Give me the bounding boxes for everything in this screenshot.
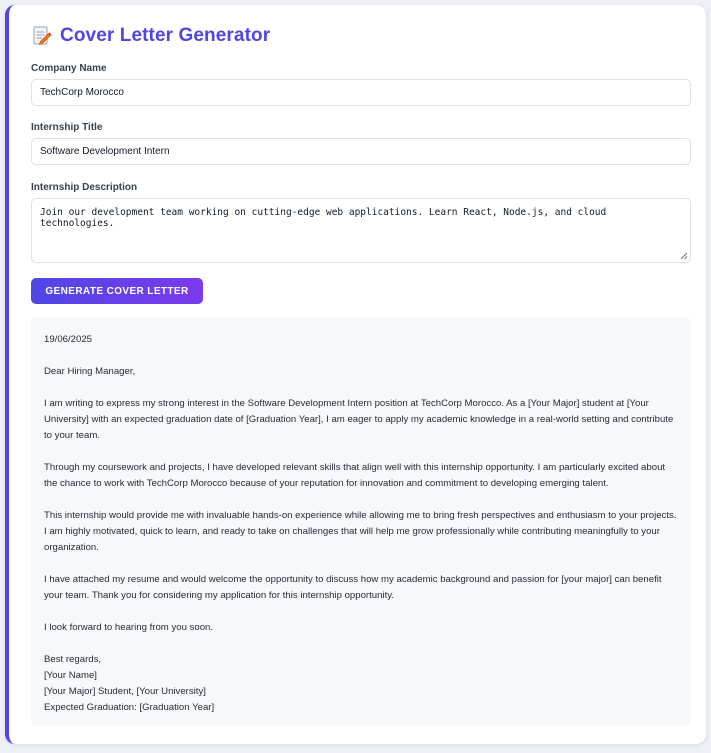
company-name-input[interactable]: TechCorp Morocco [31,79,691,106]
letter-paragraph: Through my coursework and projects, I ha… [44,462,666,489]
internship-title-value: Software Development Intern [40,146,170,157]
signature-graduation: Expected Graduation: [Graduation Year] [44,702,215,713]
letter-paragraph: I look forward to hearing from you soon. [44,622,214,633]
letter-paragraph: This internship would provide me with in… [44,510,677,553]
page-title: Cover Letter Generator [60,25,271,46]
cover-letter-output: 19/06/2025 Dear Hiring Manager, I am wri… [31,317,691,726]
generator-card: Cover Letter Generator Company Name Tech… [5,5,706,744]
company-name-value: TechCorp Morocco [40,87,124,98]
internship-description-label: Internship Description [31,182,138,193]
signature-major-university: [Your Major] Student, [Your University] [44,686,206,697]
company-name-label: Company Name [31,63,107,74]
letter-closing: Best regards, [44,654,102,665]
memo-icon [33,26,52,45]
letter-signature-block: Best regards, [Your Name] [Your Major] S… [44,652,678,716]
letter-greeting: Dear Hiring Manager, [44,366,136,377]
signature-name: [Your Name] [44,670,97,681]
letter-paragraph: I have attached my resume and would welc… [44,574,662,601]
letter-paragraph: I am writing to express my strong intere… [44,398,674,441]
letter-date: 19/06/2025 [44,334,93,345]
internship-description-value: Join our development team working on cut… [40,207,607,229]
resize-handle-icon[interactable] [679,251,688,260]
internship-title-input[interactable]: Software Development Intern [31,138,691,165]
header: Cover Letter Generator [32,25,270,47]
generate-cover-letter-button[interactable]: GENERATE COVER LETTER [31,278,203,304]
internship-description-textarea[interactable]: Join our development team working on cut… [31,198,691,263]
internship-title-label: Internship Title [31,122,103,133]
